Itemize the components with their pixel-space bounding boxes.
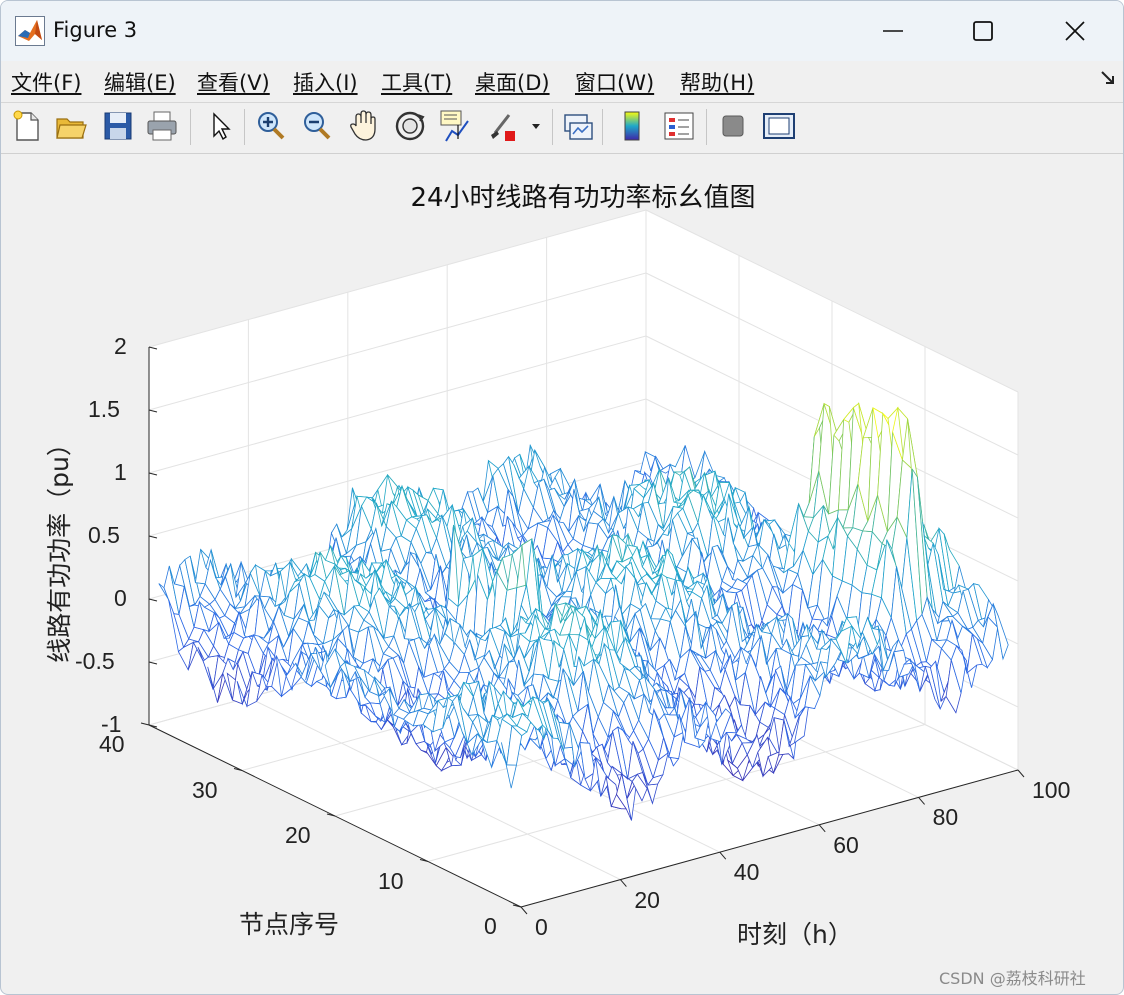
z-tick-label: 1 bbox=[114, 459, 127, 485]
zoom-out-button[interactable] bbox=[299, 107, 335, 145]
rotate-3d-icon bbox=[395, 111, 425, 141]
z-tick-label: 1.5 bbox=[88, 396, 120, 422]
save-button[interactable] bbox=[100, 107, 136, 145]
open-button[interactable] bbox=[53, 107, 89, 145]
rotate-3d-button[interactable] bbox=[392, 107, 428, 145]
print-icon bbox=[147, 111, 177, 141]
zoom-in-button[interactable] bbox=[253, 107, 289, 145]
x-tick-mark bbox=[918, 797, 925, 805]
close-button[interactable] bbox=[1051, 11, 1099, 51]
figure-window: Figure 3 文件(F) 编辑(E) 查看(V) 插入(I) 工具(T) 桌… bbox=[0, 0, 1124, 995]
data-cursor-icon bbox=[440, 110, 469, 142]
data-cursor-button[interactable] bbox=[438, 107, 474, 145]
brush-button[interactable] bbox=[485, 107, 521, 145]
brush-dropdown-button[interactable] bbox=[527, 107, 545, 145]
zoom-out-icon bbox=[304, 112, 331, 140]
toolbar-separator bbox=[706, 109, 707, 145]
z-tick-label: -1 bbox=[101, 711, 122, 737]
menu-help[interactable]: 帮助(H) bbox=[680, 67, 754, 97]
y-tick-label: 20 bbox=[285, 822, 311, 848]
colorbar-button[interactable] bbox=[615, 107, 651, 145]
x-axis-label: 时刻（h） bbox=[737, 920, 853, 949]
z-tick-label: -0.5 bbox=[75, 648, 115, 674]
z-tick-label: 0 bbox=[114, 585, 127, 611]
menu-desktop[interactable]: 桌面(D) bbox=[475, 67, 550, 97]
dock-arrow-icon[interactable] bbox=[1099, 69, 1117, 87]
window-title: Figure 3 bbox=[53, 18, 138, 42]
maximize-button[interactable] bbox=[959, 11, 1007, 51]
toolbar-separator bbox=[552, 109, 553, 145]
minimize-icon bbox=[883, 30, 903, 32]
hide-plot-tools-button[interactable] bbox=[715, 107, 751, 145]
z-axis-label: 线路有功功率（pu） bbox=[45, 431, 74, 663]
brush-icon bbox=[491, 114, 515, 141]
x-tick-mark bbox=[719, 851, 727, 860]
zoom-in-icon bbox=[258, 112, 285, 140]
colorbar-icon bbox=[624, 111, 640, 141]
hide-plot-tools-icon bbox=[722, 115, 744, 137]
x-tick-label: 100 bbox=[1032, 777, 1071, 803]
new-figure-icon bbox=[13, 110, 39, 141]
open-folder-icon bbox=[56, 118, 87, 139]
menu-edit[interactable]: 编辑(E) bbox=[104, 67, 176, 97]
link-plot-icon bbox=[564, 114, 593, 140]
close-icon bbox=[1065, 21, 1085, 41]
x-tick-label: 20 bbox=[634, 886, 660, 913]
show-plot-tools-icon bbox=[763, 113, 795, 139]
y-tick-label: 0 bbox=[484, 913, 497, 939]
matlab-icon bbox=[15, 16, 45, 46]
menu-insert[interactable]: 插入(I) bbox=[293, 67, 358, 97]
legend-button[interactable] bbox=[661, 107, 697, 145]
menu-view[interactable]: 查看(V) bbox=[197, 67, 270, 97]
x-tick-label: 80 bbox=[932, 804, 959, 831]
x-tick-mark bbox=[1017, 769, 1025, 778]
menu-window[interactable]: 窗口(W) bbox=[575, 67, 654, 97]
new-figure-button[interactable] bbox=[9, 107, 45, 145]
minimize-button[interactable] bbox=[869, 11, 917, 51]
z-tick-label: 2 bbox=[114, 333, 127, 359]
y-axis-label: 节点序号 bbox=[239, 910, 340, 939]
maximize-icon bbox=[973, 21, 993, 41]
menu-tools[interactable]: 工具(T) bbox=[381, 67, 452, 97]
y-tick-mark bbox=[140, 722, 150, 726]
y-tick-label: 30 bbox=[192, 776, 218, 803]
y-tick-label: 10 bbox=[378, 867, 404, 894]
save-icon bbox=[104, 112, 132, 140]
toolbar-separator bbox=[190, 109, 191, 145]
pointer-icon bbox=[213, 112, 231, 141]
pan-button[interactable] bbox=[346, 107, 382, 145]
toolbar-separator bbox=[602, 109, 603, 145]
print-button[interactable] bbox=[144, 107, 180, 145]
link-plot-button[interactable] bbox=[560, 107, 596, 145]
x-tick-mark bbox=[520, 906, 528, 915]
chart-title: 24小时线路有功功率标幺值图 bbox=[410, 183, 756, 213]
toolbar-separator bbox=[244, 109, 245, 145]
legend-icon bbox=[664, 112, 694, 140]
show-plot-tools-button[interactable] bbox=[761, 107, 797, 145]
x-tick-mark bbox=[620, 879, 627, 887]
edit-plot-button[interactable] bbox=[203, 107, 239, 145]
title-bar bbox=[1, 1, 1123, 61]
menu-file[interactable]: 文件(F) bbox=[11, 67, 81, 97]
plot-area[interactable] bbox=[1, 153, 1124, 995]
x-tick-mark bbox=[818, 824, 826, 833]
x-tick-label: 40 bbox=[733, 859, 760, 886]
dropdown-arrow-icon bbox=[532, 124, 540, 129]
z-tick-label: 0.5 bbox=[88, 522, 120, 548]
watermark: CSDN @荔枝科研社 bbox=[939, 969, 1086, 988]
pan-hand-icon bbox=[350, 110, 376, 141]
x-tick-label: 0 bbox=[535, 914, 548, 940]
x-tick-label: 60 bbox=[833, 831, 859, 858]
